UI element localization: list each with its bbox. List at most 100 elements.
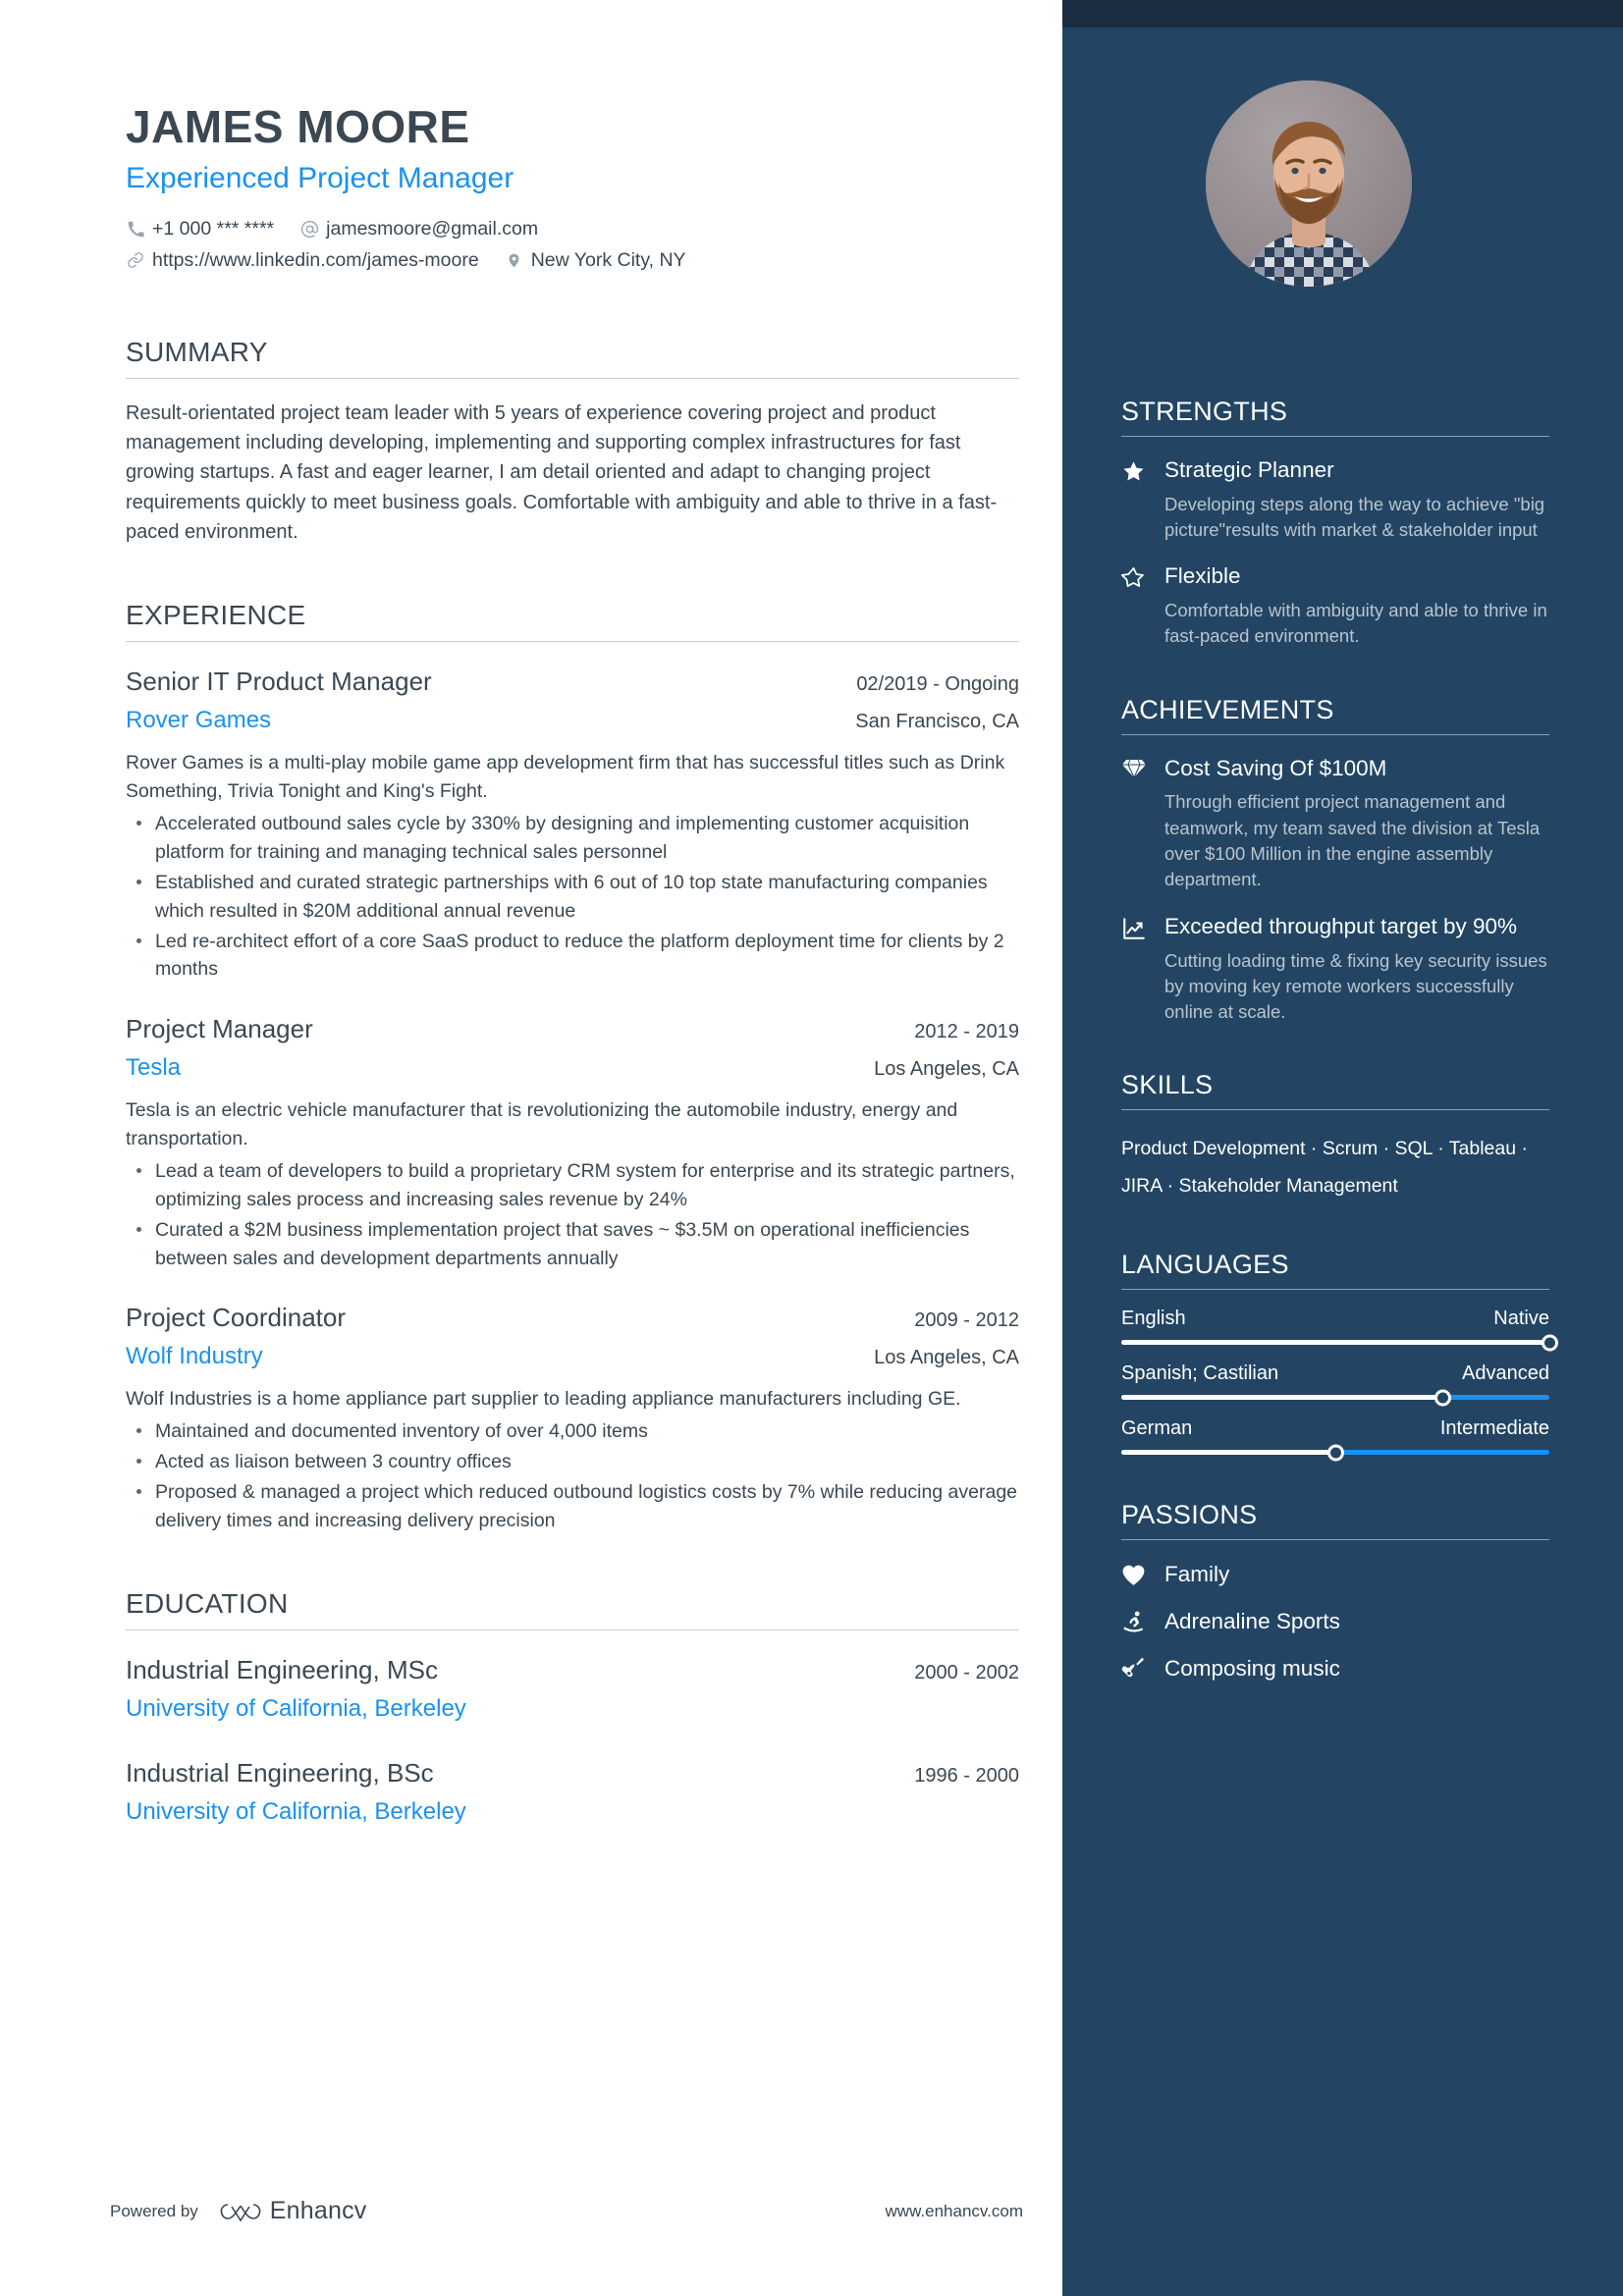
strength-label: Strategic Planner [1164,457,1334,482]
language-slider-fill [1121,1450,1335,1456]
avatar [1206,80,1412,287]
education-entry: Industrial Engineering, MSc 2000 - 2002 … [126,1654,1019,1724]
contact-linkedin[interactable]: https://www.linkedin.com/james-moore [126,245,479,275]
language-slider-knob[interactable] [1541,1334,1558,1352]
language-row: German Intermediate [1121,1417,1549,1440]
experience-location: Los Angeles, CA [874,1347,1019,1369]
footer-brand-group: Powered by Enhancv [110,2197,366,2225]
achievement-label: Cost Saving Of $100M [1164,755,1387,780]
achievement-label: Exceeded throughput target by 90% [1164,913,1518,938]
education-school[interactable]: University of California, Berkeley [126,1693,466,1724]
experience-bullet: Proposed & managed a project which reduc… [126,1478,1019,1535]
experience-bullets: Accelerated outbound sales cycle by 330%… [126,810,1019,984]
passions-heading: PASSIONS [1121,1500,1258,1530]
experience-bullet: Curated a $2M business implementation pr… [126,1216,1019,1273]
section-education: EDUCATION Industrial Engineering, MSc 20… [126,1588,1019,1827]
strengths-heading: STRENGTHS [1121,397,1288,426]
language-level: Intermediate [1439,1417,1549,1440]
experience-entry-header: Project Manager 2012 - 2019 [126,1013,1019,1046]
language-row: Spanish; Castilian Advanced [1121,1362,1549,1385]
education-degree: Industrial Engineering, MSc [126,1654,438,1684]
star-outline-icon [1121,562,1151,590]
language-slider-knob[interactable] [1326,1444,1344,1462]
experience-description: Wolf Industries is a home appliance part… [126,1388,961,1411]
summary-heading: SUMMARY [126,336,268,367]
language-slider[interactable] [1121,1444,1549,1462]
footer-url[interactable]: www.enhancv.com [886,2202,1023,2221]
education-date: 2000 - 2002 [914,1661,1019,1683]
section-achievements: ACHIEVEMENTS Cost Saving Of $100M Throug… [1121,695,1549,1026]
achievements-divider [1121,733,1549,735]
experience-bullet: Led re-architect effort of a core SaaS p… [126,928,1019,985]
passion-label: Composing music [1164,1656,1340,1682]
language-slider-knob[interactable] [1434,1389,1451,1407]
education-entry-subheader: University of California, Berkeley [126,1796,1019,1827]
experience-bullets: Lead a team of developers to build a pro… [126,1157,1019,1272]
contact-email[interactable]: jamesmoore@gmail.com [299,214,538,243]
language-item: Spanish; Castilian Advanced [1121,1362,1549,1407]
experience-entry-subheader: Wolf Industry Los Angeles, CA [126,1341,1019,1371]
language-item: German Intermediate [1121,1417,1549,1462]
experience-entry-header: Project Coordinator 2009 - 2012 [126,1302,1019,1335]
contact-email-text: jamesmoore@gmail.com [326,218,539,240]
experience-role: Project Coordinator [126,1303,346,1333]
enhancv-wordmark: Enhancv [269,2197,367,2224]
contact-phone[interactable]: +1 000 *** **** [126,214,274,243]
language-row: English Native [1121,1308,1549,1330]
heart-icon [1121,1564,1151,1586]
achievement-item-header: Exceeded throughput target by 90% [1121,913,1549,941]
language-level: Advanced [1462,1362,1549,1385]
education-divider [126,1629,1019,1630]
language-name: Spanish; Castilian [1121,1362,1279,1385]
strength-item: Strategic Planner Developing steps along… [1121,456,1549,543]
powered-by-label: Powered by [110,2201,198,2220]
experience-divider [126,641,1019,643]
education-school[interactable]: University of California, Berkeley [126,1796,466,1827]
experience-role: Senior IT Product Manager [126,667,432,697]
experience-company[interactable]: Rover Games [126,705,271,735]
experience-company[interactable]: Wolf Industry [126,1341,263,1371]
resume-page: JAMES MOORE Experienced Project Manager … [0,0,1623,2296]
passion-label: Family [1164,1562,1230,1587]
experience-entry: Senior IT Product Manager 02/2019 - Ongo… [126,666,1019,984]
education-entry-header: Industrial Engineering, BSc 1996 - 2000 [126,1757,1019,1790]
trending-up-chart-icon [1121,913,1151,941]
experience-role: Project Manager [126,1014,313,1044]
achievement-description: Cutting loading time & fixing key securi… [1164,949,1547,1023]
experience-entry-subheader: Tesla Los Angeles, CA [126,1052,1019,1083]
education-entry: Industrial Engineering, BSc 1996 - 2000 … [126,1757,1019,1827]
skills-heading: SKILLS [1121,1070,1214,1100]
achievement-item: Exceeded throughput target by 90% Cuttin… [1121,913,1549,1026]
language-slider[interactable] [1121,1334,1558,1352]
section-languages: LANGUAGES English Native Spanish; Castil… [1121,1250,1558,1462]
strength-item: Flexible Comfortable with ambiguity and … [1121,562,1549,649]
passion-label: Adrenaline Sports [1164,1609,1340,1634]
link-icon [126,250,145,270]
language-slider[interactable] [1121,1389,1549,1407]
section-summary: SUMMARY Result-orientated project team l… [126,337,1019,548]
experience-date: 02/2019 - Ongoing [856,673,1019,696]
footer: Powered by Enhancv www.enhancv.com [110,2197,1023,2225]
experience-location: Los Angeles, CA [874,1058,1019,1081]
experience-entry: Project Coordinator 2009 - 2012 Wolf Ind… [126,1302,1019,1534]
section-experience: EXPERIENCE Senior IT Product Manager 02/… [126,600,1019,1534]
passion-item: Composing music [1121,1656,1549,1682]
sidebar-top-band [1062,0,1623,27]
experience-bullet: Accelerated outbound sales cycle by 330%… [126,810,1019,867]
avatar-portrait-icon [1245,122,1375,287]
main-column: JAMES MOORE Experienced Project Manager … [0,0,1062,2296]
experience-description: Rover Games is a multi-play mobile game … [126,752,1005,803]
strength-description: Developing steps along the way to achiev… [1164,493,1545,541]
experience-company[interactable]: Tesla [126,1052,181,1083]
achievement-description: Through efficient project management and… [1164,791,1541,890]
enhancv-mark-icon [220,2203,261,2221]
language-name: German [1121,1417,1193,1440]
passion-item: Family [1121,1562,1549,1587]
phone-icon [126,219,145,239]
language-item: English Native [1121,1308,1558,1352]
experience-bullet: Established and curated strategic partne… [126,869,1019,926]
education-degree: Industrial Engineering, BSc [126,1757,434,1788]
passions-divider [1121,1539,1549,1541]
job-title: Experienced Project Manager [126,161,514,194]
experience-entry-header: Senior IT Product Manager 02/2019 - Ongo… [126,666,1019,699]
